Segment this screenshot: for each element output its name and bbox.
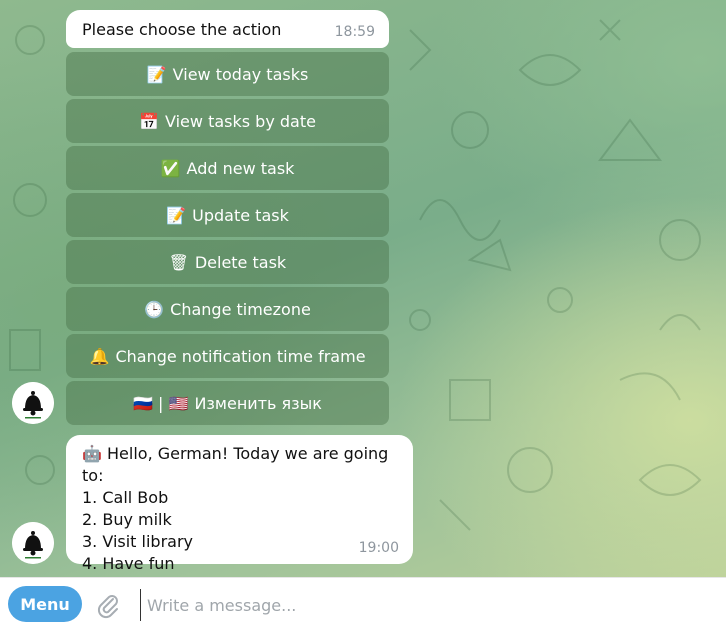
task-message-bubble: 🤖 Hello, German! Today we are going to: …: [66, 435, 413, 573]
bell-avatar-icon: [12, 382, 54, 424]
message-composer: Menu: [0, 577, 726, 630]
prompt-message-time: 18:59: [334, 24, 375, 40]
button-label: Change timezone: [170, 299, 311, 319]
bot-avatar[interactable]: [12, 522, 54, 564]
bell-icon: 🔔: [89, 346, 110, 366]
bell-avatar-icon: [12, 522, 54, 564]
button-label: View tasks by date: [165, 111, 316, 131]
view-today-tasks-button[interactable]: 📝 View today tasks: [66, 52, 389, 96]
robot-icon: 🤖: [82, 444, 102, 463]
view-tasks-by-date-button[interactable]: 📅 View tasks by date: [66, 99, 389, 143]
button-label: Change notification time frame: [115, 346, 366, 366]
delete-task-button[interactable]: 🗑 Delete task: [66, 240, 389, 284]
clock-icon: 🕒: [144, 299, 165, 319]
change-language-button[interactable]: 🇷🇺 | 🇺🇸 Изменить язык: [66, 381, 389, 425]
button-label: View today tasks: [172, 64, 309, 84]
chat-background: Please choose the action 18:59 📝 View to…: [0, 0, 726, 577]
task-item: 1. Call Bob: [82, 488, 169, 507]
greeting-line: 🤖 Hello, German! Today we are going to:: [82, 443, 413, 487]
flags-icon: 🇷🇺 | 🇺🇸: [133, 393, 189, 413]
prompt-message-text: Please choose the action: [82, 20, 282, 39]
check-mark-icon: ✅: [160, 158, 181, 178]
prompt-message-bubble: Please choose the action 18:59: [66, 10, 389, 48]
paperclip-icon[interactable]: [95, 591, 121, 619]
task-item: 2. Buy milk: [82, 510, 172, 529]
menu-button[interactable]: Menu: [8, 586, 82, 622]
add-new-task-button[interactable]: ✅ Add new task: [66, 146, 389, 190]
button-label: Update task: [192, 205, 289, 225]
trash-icon: 🗑: [168, 252, 189, 272]
task-message-time: 19:00: [358, 540, 399, 556]
task-item: 4. Have fun: [82, 554, 175, 573]
update-task-button[interactable]: 📝 Update task: [66, 193, 389, 237]
greeting-text: Hello, German! Today we are going to:: [82, 444, 389, 485]
change-notification-time-frame-button[interactable]: 🔔 Change notification time frame: [66, 334, 389, 378]
change-timezone-button[interactable]: 🕒 Change timezone: [66, 287, 389, 331]
button-label: Изменить язык: [194, 393, 322, 413]
button-label: Delete task: [194, 252, 287, 272]
memo-icon: 📝: [146, 64, 167, 84]
calendar-icon: 📅: [139, 111, 159, 131]
bot-avatar[interactable]: [12, 382, 54, 424]
button-label: Add new task: [186, 158, 295, 178]
message-input[interactable]: [140, 589, 709, 621]
memo-icon: 📝: [166, 205, 187, 225]
